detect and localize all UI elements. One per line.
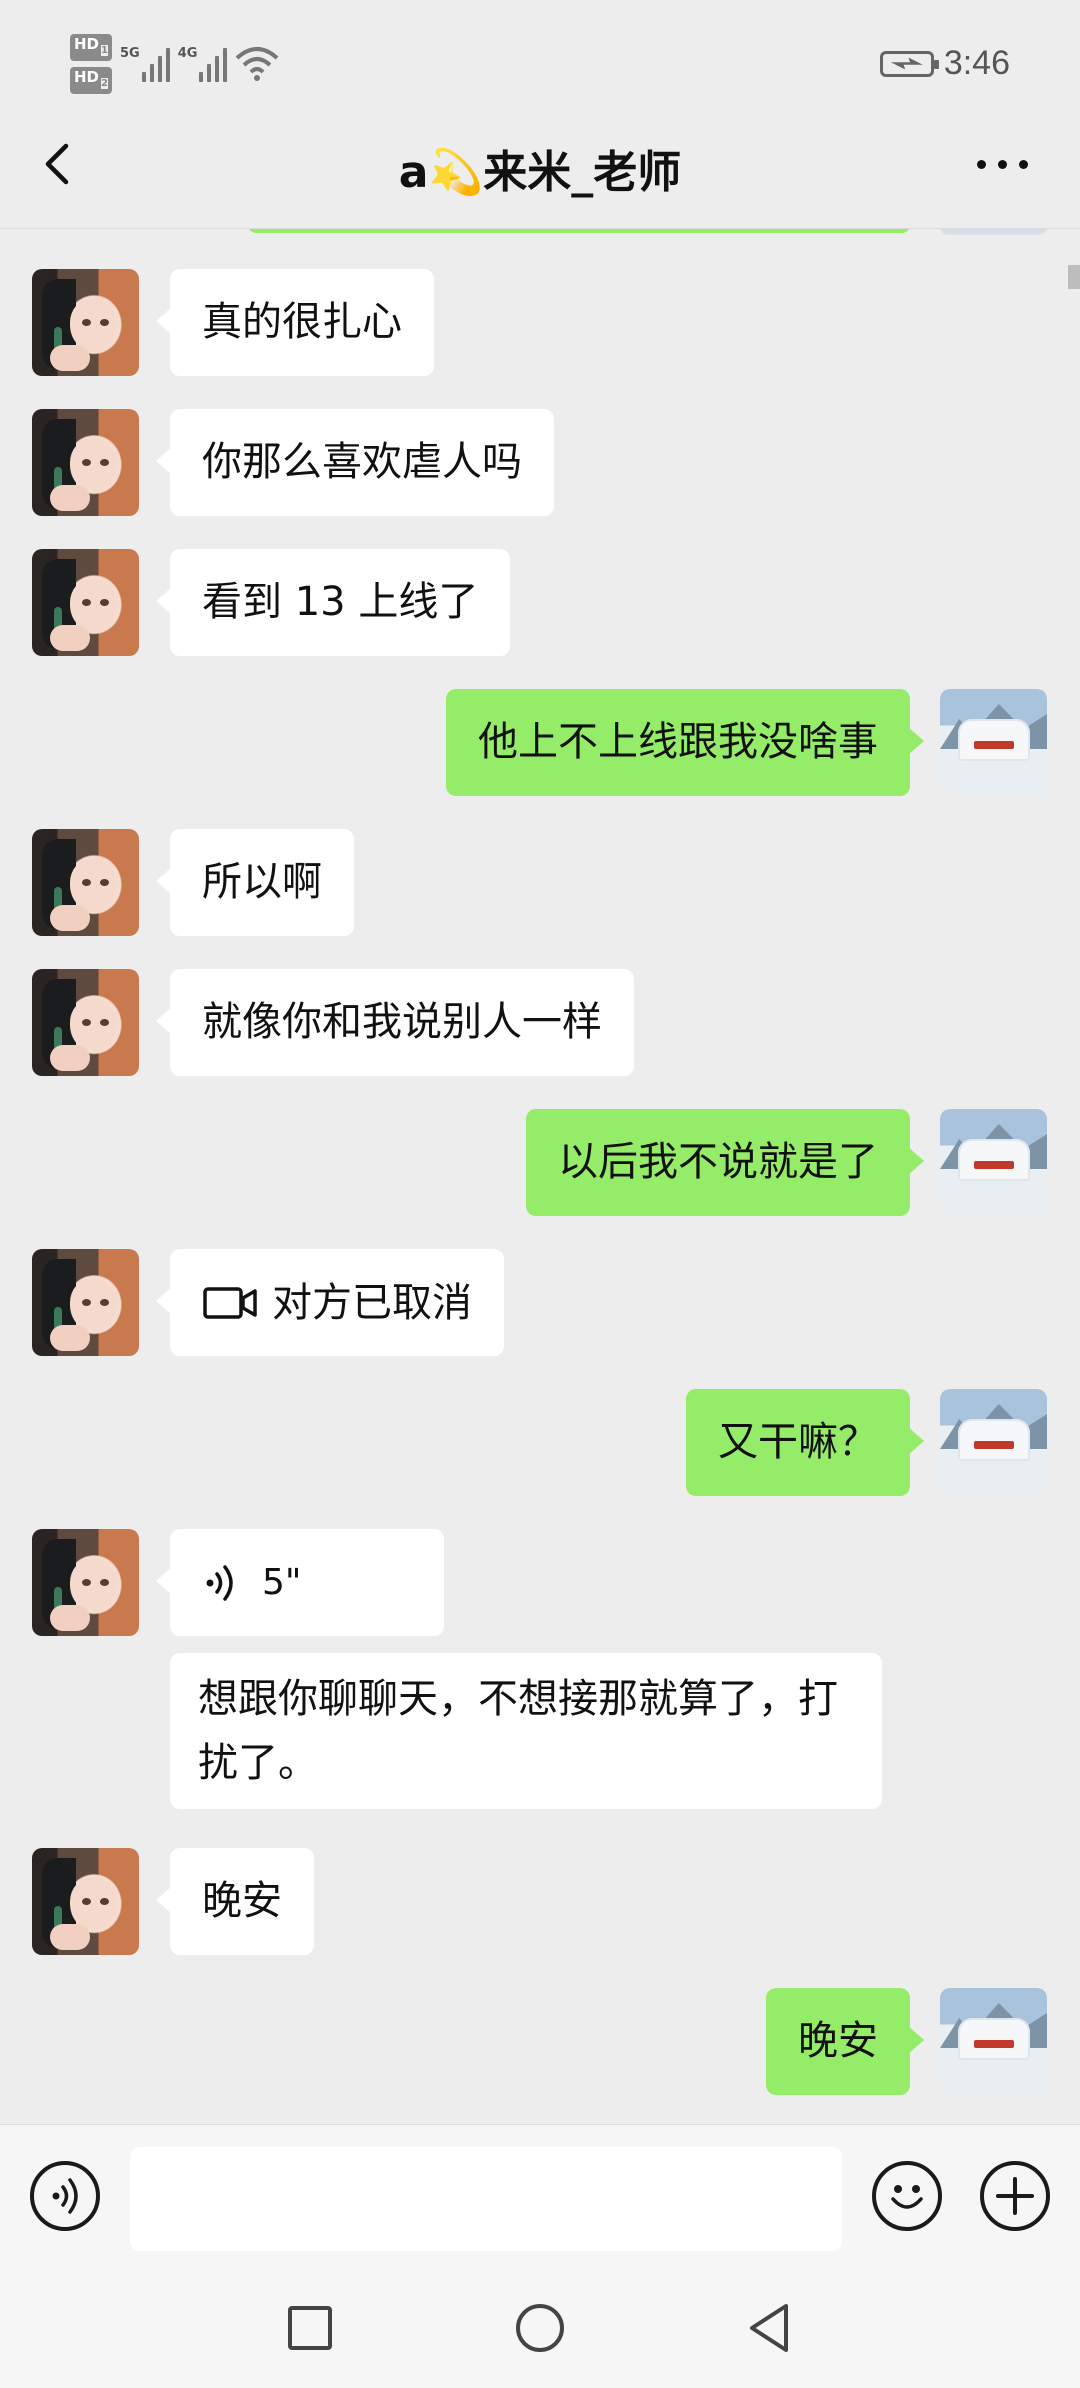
system-back-icon[interactable] bbox=[740, 2298, 800, 2358]
incoming-message-bubble[interactable]: 真的很扎心 bbox=[156, 269, 434, 376]
hd1-badge: HD 1 bbox=[70, 34, 112, 61]
outgoing-message-bubble[interactable]: 晚安 bbox=[766, 1988, 924, 2095]
message-list[interactable]: 真的很扎心 你那么喜欢虐人吗 看到 13 上线了 他上不上线跟我没啥事 所以啊 … bbox=[0, 229, 1080, 2124]
sim2-signal: 4G bbox=[178, 46, 228, 82]
my-avatar[interactable] bbox=[940, 1988, 1047, 2095]
plus-icon bbox=[996, 2177, 1034, 2215]
signal-icon bbox=[199, 46, 228, 82]
incoming-message-bubble[interactable]: 想跟你聊聊天，不想接那就算了，打扰了。 bbox=[170, 1653, 882, 1809]
video-camera-icon bbox=[203, 1286, 257, 1319]
status-time: 3:46 bbox=[943, 44, 1010, 82]
contact-avatar[interactable] bbox=[32, 1529, 139, 1636]
status-left: HD 1 HD 2 5G 4G bbox=[70, 34, 279, 94]
message-input[interactable] bbox=[130, 2147, 842, 2251]
hd-indicators: HD 1 HD 2 bbox=[70, 34, 112, 94]
partial-my-avatar bbox=[940, 229, 1047, 235]
outgoing-message-bubble[interactable]: 又干嘛？ bbox=[686, 1389, 924, 1496]
scrollbar[interactable] bbox=[1068, 265, 1080, 289]
contact-avatar[interactable] bbox=[32, 549, 139, 656]
input-bar bbox=[0, 2124, 1080, 2269]
contact-avatar[interactable] bbox=[32, 269, 139, 376]
voice-input-button[interactable] bbox=[30, 2161, 100, 2231]
my-avatar[interactable] bbox=[940, 689, 1047, 796]
outgoing-message-bubble[interactable]: 他上不上线跟我没啥事 bbox=[446, 689, 924, 796]
my-avatar[interactable] bbox=[940, 1389, 1047, 1496]
contact-avatar[interactable] bbox=[32, 969, 139, 1076]
dizzy-emoji: 💫 bbox=[428, 147, 484, 198]
voice-icon bbox=[52, 2178, 78, 2214]
contact-avatar[interactable] bbox=[32, 1848, 139, 1955]
partial-outgoing-bubble bbox=[248, 229, 910, 233]
incoming-message-bubble[interactable]: 晚安 bbox=[156, 1848, 314, 1955]
emoji-icon bbox=[891, 2185, 923, 2209]
incoming-message-bubble[interactable]: 就像你和我说别人一样 bbox=[156, 969, 634, 1076]
emoji-button[interactable] bbox=[872, 2161, 942, 2231]
chat-title: a💫来米_老师 bbox=[0, 136, 1080, 200]
more-dots-icon bbox=[977, 160, 986, 169]
video-call-status: 对方已取消 bbox=[272, 1279, 472, 1326]
signal-icon bbox=[141, 46, 170, 82]
home-icon[interactable] bbox=[510, 2298, 570, 2358]
system-navigation-bar bbox=[0, 2268, 1080, 2388]
chat-title-name: 来米_老师 bbox=[483, 147, 682, 198]
voice-duration: 5" bbox=[262, 1561, 302, 1603]
voice-wave-icon bbox=[206, 1564, 233, 1601]
sim1-signal: 5G bbox=[120, 46, 170, 82]
contact-avatar[interactable] bbox=[32, 829, 139, 936]
chat-title-prefix: a bbox=[398, 147, 429, 198]
hd2-badge: HD 2 bbox=[70, 67, 112, 94]
incoming-message-bubble[interactable]: 看到 13 上线了 bbox=[155, 549, 511, 656]
contact-avatar[interactable] bbox=[32, 409, 139, 516]
my-avatar[interactable] bbox=[940, 1109, 1047, 1216]
incoming-message-bubble[interactable]: 你那么喜欢虐人吗 bbox=[156, 409, 554, 516]
status-right: 3:46 bbox=[879, 44, 1010, 83]
chat-header: a💫来米_老师 bbox=[0, 100, 1080, 229]
voice-message-bubble[interactable]: 5" bbox=[156, 1529, 444, 1636]
more-button[interactable] bbox=[977, 160, 1028, 169]
sim2-network-label: 4G bbox=[177, 46, 198, 61]
wifi-icon bbox=[236, 47, 279, 81]
outgoing-message-bubble[interactable]: 以后我不说就是了 bbox=[526, 1109, 924, 1216]
incoming-message-bubble[interactable]: 所以啊 bbox=[156, 829, 354, 936]
contact-avatar[interactable] bbox=[32, 1249, 139, 1356]
recent-apps-icon[interactable] bbox=[280, 2298, 340, 2358]
more-functions-button[interactable] bbox=[980, 2161, 1050, 2231]
video-call-bubble[interactable]: 对方已取消 bbox=[156, 1249, 504, 1356]
sim1-network-label: 5G bbox=[119, 46, 140, 61]
battery-charging-icon bbox=[879, 50, 939, 77]
